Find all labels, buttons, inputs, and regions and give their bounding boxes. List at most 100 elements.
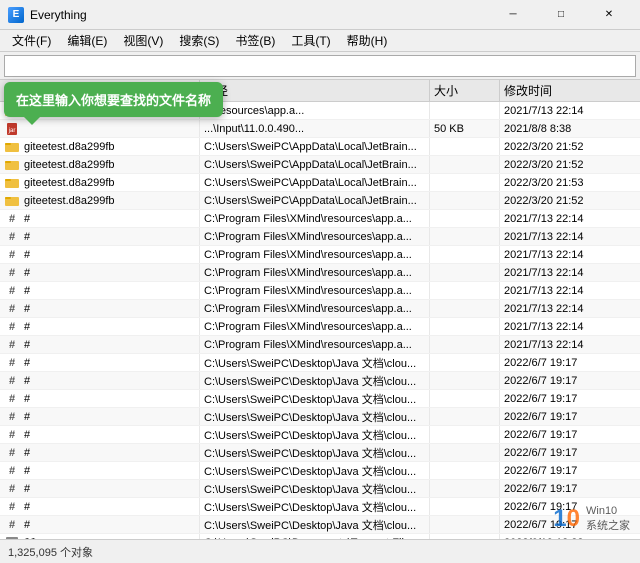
table-row[interactable]: # # C:\Users\SweiPC\Desktop\Java 文档\clou… — [0, 498, 640, 516]
tooltip-bubble: 在这里输入你想要查找的文件名称 — [4, 82, 223, 117]
cell-date: 2021/7/13 22:14 — [500, 282, 640, 299]
cell-size — [430, 156, 500, 173]
svg-text:jar: jar — [8, 128, 16, 134]
file-name: # — [24, 213, 30, 225]
cell-path: C:\Users\SweiPC\Desktop\Java 文档\clou... — [200, 516, 430, 533]
table-row[interactable]: # # C:\Users\SweiPC\Desktop\Java 文档\clou… — [0, 354, 640, 372]
table-row[interactable]: # # C:\Program Files\XMind\resources\app… — [0, 282, 640, 300]
col-header-size[interactable]: 大小 — [430, 80, 500, 101]
table-row[interactable]: jar ...\Input\11.0.0.490... 50 KB 2021/8… — [0, 120, 640, 138]
cell-path: C:\Users\SweiPC\AppData\Local\JetBrain..… — [200, 156, 430, 173]
cell-name: # # — [0, 444, 200, 461]
col-header-path[interactable]: 路径 — [200, 80, 430, 101]
cell-size — [430, 102, 500, 119]
cell-date: 2021/7/13 22:14 — [500, 264, 640, 281]
minimize-button[interactable]: ─ — [490, 0, 536, 30]
cell-path: C:\Program Files\XMind\resources\app.a..… — [200, 228, 430, 245]
table-row[interactable]: # # C:\Users\SweiPC\Desktop\Java 文档\clou… — [0, 426, 640, 444]
table-row[interactable]: giteetest.d8a299fb C:\Users\SweiPC\AppDa… — [0, 156, 640, 174]
watermark: 10 Win10 系统之家 — [553, 504, 630, 533]
dollar-icon: $ — [4, 535, 20, 540]
table-row[interactable]: # # C:\Program Files\XMind\resources\app… — [0, 336, 640, 354]
menu-bookmark[interactable]: 书签(B) — [227, 30, 283, 51]
cell-path: C:\Program Files\XMind\resources\app.a..… — [200, 246, 430, 263]
cell-size — [430, 318, 500, 335]
cell-name: giteetest.d8a299fb — [0, 192, 200, 209]
cell-name: # # — [0, 390, 200, 407]
cell-size — [430, 444, 500, 461]
menu-bar: 文件(F) 编辑(E) 视图(V) 搜索(S) 书签(B) 工具(T) 帮助(H… — [0, 30, 640, 52]
cell-name: # # — [0, 264, 200, 281]
cell-path: ...\Input\11.0.0.490... — [200, 120, 430, 137]
cell-path: C:\Users\SweiPC\Desktop\Java 文档\clou... — [200, 480, 430, 497]
cell-name: # # — [0, 516, 200, 533]
table-row[interactable]: # # C:\Users\SweiPC\Desktop\Java 文档\clou… — [0, 516, 640, 534]
cell-path: C:\Users\SweiPC\Desktop\Java 文档\clou... — [200, 372, 430, 389]
close-button[interactable]: ✕ — [586, 0, 632, 30]
file-name: giteetest.d8a299fb — [24, 195, 115, 207]
table-row[interactable]: # # C:\Program Files\XMind\resources\app… — [0, 210, 640, 228]
menu-tools[interactable]: 工具(T) — [283, 30, 338, 51]
file-name: # — [24, 375, 30, 387]
table-row[interactable]: $ $$ C:\Users\SweiPC\Documents\Tencent F… — [0, 534, 640, 539]
maximize-button[interactable]: □ — [538, 0, 584, 30]
cell-size — [430, 300, 500, 317]
cell-size — [430, 498, 500, 515]
cell-name: giteetest.d8a299fb — [0, 138, 200, 155]
col-header-date[interactable]: 修改时间 — [500, 80, 640, 101]
table-row[interactable]: # # C:\Users\SweiPC\Desktop\Java 文档\clou… — [0, 408, 640, 426]
cell-path: C:\Users\SweiPC\Desktop\Java 文档\clou... — [200, 444, 430, 461]
cell-path: C:\Users\SweiPC\Desktop\Java 文档\clou... — [200, 390, 430, 407]
table-row[interactable]: # # C:\Users\SweiPC\Desktop\Java 文档\clou… — [0, 390, 640, 408]
file-name: # — [24, 357, 30, 369]
tooltip-text: 在这里输入你想要查找的文件名称 — [16, 93, 211, 108]
file-name: # — [24, 519, 30, 531]
table-row[interactable]: # # C:\Users\SweiPC\Desktop\Java 文档\clou… — [0, 372, 640, 390]
table-row[interactable]: # # C:\Program Files\XMind\resources\app… — [0, 228, 640, 246]
table-row[interactable]: # # C:\Users\SweiPC\Desktop\Java 文档\clou… — [0, 462, 640, 480]
menu-help[interactable]: 帮助(H) — [339, 30, 396, 51]
search-input[interactable] — [4, 55, 636, 77]
hash-icon: # — [4, 337, 20, 353]
menu-edit[interactable]: 编辑(E) — [59, 30, 115, 51]
cell-date: 2022/6/7 19:17 — [500, 426, 640, 443]
file-name: # — [24, 411, 30, 423]
cell-name: # # — [0, 228, 200, 245]
cell-path: C:\Program Files\XMind\resources\app.a..… — [200, 318, 430, 335]
cell-date: 2022/6/7 19:17 — [500, 408, 640, 425]
file-name: # — [24, 339, 30, 351]
cell-date: 2022/3/20 21:52 — [500, 138, 640, 155]
app-icon: E — [8, 7, 24, 23]
cell-size — [430, 426, 500, 443]
cell-path: C:\Users\SweiPC\Desktop\Java 文档\clou... — [200, 426, 430, 443]
cell-path: C:\Users\SweiPC\Desktop\Java 文档\clou... — [200, 498, 430, 515]
table-row[interactable]: giteetest.d8a299fb C:\Users\SweiPC\AppDa… — [0, 192, 640, 210]
table-row[interactable]: # # C:\Program Files\XMind\resources\app… — [0, 300, 640, 318]
hash-icon: # — [4, 265, 20, 281]
cell-size — [430, 516, 500, 533]
file-name: # — [24, 285, 30, 297]
menu-search[interactable]: 搜索(S) — [171, 30, 227, 51]
cell-size — [430, 480, 500, 497]
table-row[interactable]: giteetest.d8a299fb C:\Users\SweiPC\AppDa… — [0, 138, 640, 156]
cell-name: giteetest.d8a299fb — [0, 174, 200, 191]
hash-icon: # — [4, 247, 20, 263]
table-row[interactable]: # # C:\Program Files\XMind\resources\app… — [0, 246, 640, 264]
cell-path: C:\Program Files\XMind\resources\app.a..… — [200, 264, 430, 281]
cell-size: 50 KB — [430, 120, 500, 137]
table-row[interactable]: # # C:\Users\SweiPC\Desktop\Java 文档\clou… — [0, 444, 640, 462]
file-name: # — [24, 249, 30, 261]
cell-date: 2022/6/7 19:17 — [500, 444, 640, 461]
hash-icon: # — [4, 517, 20, 533]
table-row[interactable]: # # C:\Users\SweiPC\Desktop\Java 文档\clou… — [0, 480, 640, 498]
menu-file[interactable]: 文件(F) — [4, 30, 59, 51]
folder-icon — [4, 139, 20, 155]
cell-size — [430, 408, 500, 425]
cell-path: ...\resources\app.a... — [200, 102, 430, 119]
cell-date: 2022/3/20 21:53 — [500, 174, 640, 191]
cell-name: # # — [0, 336, 200, 353]
table-row[interactable]: # # C:\Program Files\XMind\resources\app… — [0, 264, 640, 282]
table-row[interactable]: giteetest.d8a299fb C:\Users\SweiPC\AppDa… — [0, 174, 640, 192]
table-row[interactable]: # # C:\Program Files\XMind\resources\app… — [0, 318, 640, 336]
menu-view[interactable]: 视图(V) — [115, 30, 171, 51]
